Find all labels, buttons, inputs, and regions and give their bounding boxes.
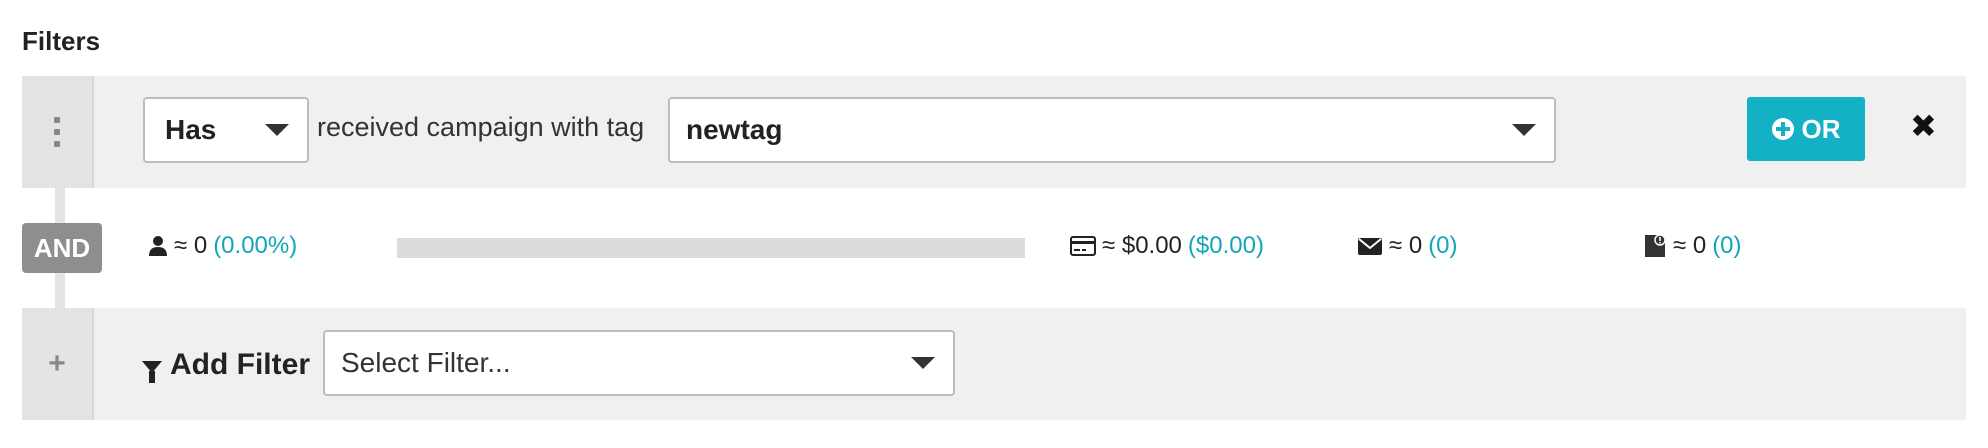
add-filter-text: Add Filter — [170, 348, 310, 381]
select-filter-placeholder: Select Filter... — [341, 347, 511, 378]
other-sub[interactable]: (0) — [1712, 232, 1741, 260]
operator-select[interactable]: Has — [143, 97, 309, 163]
envelope-icon — [1358, 238, 1382, 255]
chevron-down-icon — [1512, 124, 1536, 136]
close-icon[interactable]: ✖ — [1910, 110, 1937, 142]
filter-condition-row: Has received campaign with tag newtag OR… — [22, 76, 1966, 188]
drag-handle-icon — [54, 117, 60, 147]
or-button-label: OR — [1801, 113, 1841, 144]
credit-card-icon — [1070, 236, 1096, 256]
section-title: Filters — [22, 26, 101, 56]
condition-phrase: received campaign with tag — [317, 112, 645, 142]
tag-value: newtag — [686, 114, 783, 145]
revenue-sub[interactable]: ($0.00) — [1188, 232, 1264, 260]
emails-sub[interactable]: (0) — [1428, 232, 1457, 260]
other-stat: ≈ 0 (0) — [1643, 232, 1742, 260]
other-approx: ≈ 0 — [1673, 232, 1707, 259]
contacts-approx: ≈ 0 — [174, 232, 208, 259]
revenue-stat: ≈ $0.00 ($0.00) — [1070, 232, 1264, 260]
tag-select[interactable]: newtag — [668, 97, 1556, 163]
plus-circle-icon — [1771, 118, 1794, 140]
emails-stat: ≈ 0 (0) — [1357, 232, 1458, 260]
add-filter-label: Add Filter — [142, 348, 310, 383]
and-badge: AND — [22, 223, 102, 273]
emails-approx: ≈ 0 — [1389, 232, 1423, 259]
revenue-approx: ≈ $0.00 — [1102, 232, 1182, 259]
chevron-down-icon — [265, 124, 289, 136]
match-progress-bar — [397, 238, 1025, 258]
document-alert-icon — [1645, 234, 1666, 257]
or-button[interactable]: OR — [1747, 97, 1865, 161]
select-filter-dropdown[interactable]: Select Filter... — [323, 330, 955, 396]
add-handle[interactable]: + — [22, 308, 94, 420]
add-filter-row: + Add Filter Select Filter... — [22, 308, 1966, 420]
chevron-down-icon — [911, 357, 935, 369]
contacts-percent[interactable]: (0.00%) — [213, 232, 297, 260]
drag-handle[interactable] — [22, 76, 94, 188]
plus-icon: + — [48, 347, 66, 380]
funnel-icon — [142, 361, 162, 383]
contacts-stat: ≈ 0 (0.00%) — [148, 232, 297, 260]
operator-value: Has — [165, 114, 217, 145]
user-icon — [149, 236, 167, 256]
